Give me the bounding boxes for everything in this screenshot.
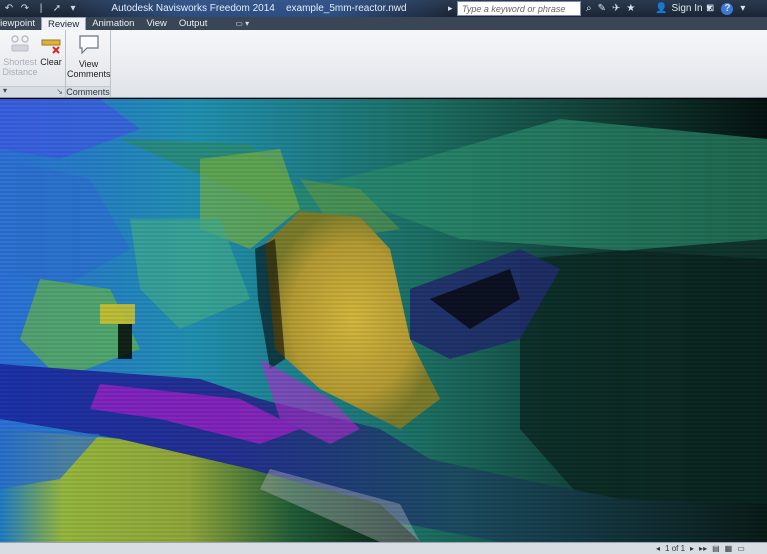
ribbon-minimize-icon[interactable]: ▭ ▾ <box>229 17 255 30</box>
panel-launcher-icon[interactable]: ↘ <box>56 86 63 97</box>
window-controls: ⊠ ? ▾ <box>706 0 745 17</box>
performance-icon[interactable]: ▦ <box>725 543 733 554</box>
user-icon: 👤 <box>655 3 668 14</box>
measure-panel-title-bar: ▾ ↘ <box>0 86 65 97</box>
tab-output[interactable]: Output <box>173 17 214 30</box>
window-title: Autodesk Navisworks Freedom 2014 example… <box>70 0 448 17</box>
navisworks-window: ↶ ↷ | ➚ ▾ Autodesk Navisworks Freedom 20… <box>0 0 767 554</box>
point-cloud-render <box>0 99 767 542</box>
exchange-icon[interactable]: ⊠ <box>706 3 714 14</box>
comments-panel: View Comments Comments <box>66 30 111 97</box>
sign-in-button[interactable]: 👤 Sign In ▾ <box>655 0 712 17</box>
tab-animation[interactable]: Animation <box>86 17 140 30</box>
comments-panel-title: Comments <box>66 86 110 97</box>
subscription-icon[interactable]: ✎ <box>598 0 606 17</box>
ribbon: Shortest Distance Clear ▾ ↘ View Comment… <box>0 30 767 98</box>
page-indicator: 1 of 1 <box>665 544 686 553</box>
search-input[interactable]: ▸ Type a keyword or phrase <box>448 1 581 16</box>
view-comments-label-2: Comments <box>67 69 111 79</box>
favorites-star-icon[interactable]: ★ <box>626 0 635 17</box>
previous-page-icon[interactable]: ◂ <box>656 543 660 554</box>
app-title: Autodesk Navisworks Freedom 2014 <box>111 3 275 14</box>
tab-view[interactable]: View <box>140 17 172 30</box>
3d-viewport[interactable] <box>0 99 767 542</box>
clear-icon <box>41 39 61 54</box>
tab-viewpoint[interactable]: Viewpoint <box>0 17 41 30</box>
file-name: example_5mm-reactor.nwd <box>285 3 407 14</box>
status-bar: ◂ 1 of 1 ▸ ▸▸ ▤ ▦ ▭ <box>0 542 767 554</box>
undo-icon[interactable]: ↶ <box>3 3 15 15</box>
measure-panel-dropdown-icon[interactable]: ▾ <box>3 85 7 96</box>
tab-review[interactable]: Review <box>41 17 87 30</box>
view-comments-button[interactable]: View Comments <box>67 33 111 79</box>
next-page-icon[interactable]: ▸ <box>690 543 694 554</box>
search-placeholder: Type a keyword or phrase <box>462 3 566 14</box>
communication-icon[interactable]: ✈ <box>612 0 620 17</box>
sign-in-label: Sign In <box>671 3 703 14</box>
title-bar: ↶ ↷ | ➚ ▾ Autodesk Navisworks Freedom 20… <box>0 0 767 17</box>
select-arrow-icon[interactable]: ➚ <box>51 3 63 15</box>
shortest-label-2: Distance <box>2 67 38 77</box>
infocenter-icons: ⌕ ✎ ✈ ★ <box>586 0 635 17</box>
measure-panel: Shortest Distance Clear ▾ ↘ <box>0 30 66 97</box>
help-icon[interactable]: ? <box>721 2 734 15</box>
clear-button[interactable]: Clear <box>38 33 64 67</box>
qat-divider: | <box>39 2 43 14</box>
help-dropdown-icon[interactable]: ▾ <box>740 3 745 14</box>
search-icon: ▸ <box>448 3 453 13</box>
sheet-browser-icon[interactable]: ▤ <box>712 543 720 554</box>
clear-label: Clear <box>40 57 62 67</box>
shortest-distance-icon <box>11 35 29 52</box>
binoculars-icon[interactable]: ⌕ <box>586 0 592 17</box>
redo-icon[interactable]: ↷ <box>19 3 31 15</box>
ribbon-tabs: Viewpoint Review Animation View Output ▭… <box>0 17 767 30</box>
shortest-label-1: Shortest <box>3 57 37 67</box>
shortest-distance-button[interactable]: Shortest Distance <box>2 33 38 77</box>
properties-icon[interactable]: ▭ <box>737 543 745 554</box>
view-comments-label-1: View <box>78 59 99 69</box>
last-page-icon[interactable]: ▸▸ <box>699 543 707 554</box>
quick-access-toolbar: ↶ ↷ | ➚ ▾ <box>0 0 79 17</box>
page-navigator: ◂ 1 of 1 ▸ ▸▸ ▤ ▦ ▭ <box>656 543 745 554</box>
comment-bubble-icon <box>78 35 99 55</box>
